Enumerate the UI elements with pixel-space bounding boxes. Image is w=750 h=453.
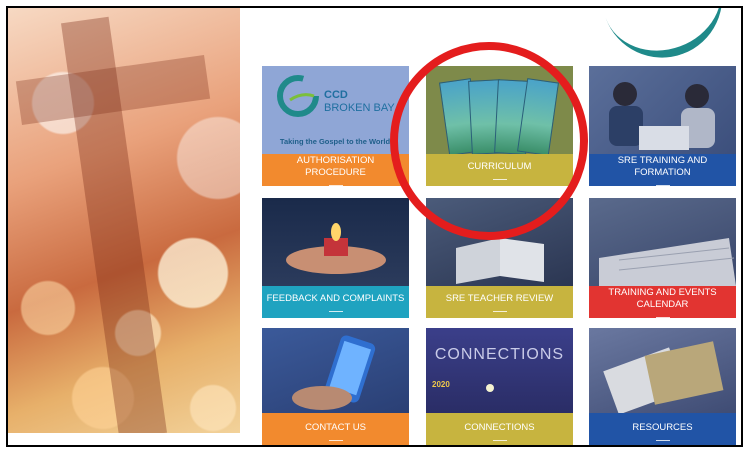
people-studying-photo: [609, 82, 715, 150]
year-badge: 2020: [432, 380, 450, 389]
logo-tagline: Taking the Gospel to the World: [280, 137, 391, 146]
phone-photo: [292, 335, 376, 410]
divider: [655, 184, 670, 186]
tile-connections[interactable]: CONNECTIONS 2020 CONNECTIONS: [426, 328, 573, 445]
tile-label-bar: SRE TRAINING AND FORMATION: [589, 154, 736, 186]
tile-image: [262, 198, 409, 286]
tile-label: TRAINING AND EVENTS CALENDAR: [608, 286, 717, 310]
tile-label: SRE TEACHER REVIEW: [445, 292, 554, 304]
divider: [328, 439, 343, 441]
tile-label-bar: AUTHORISATION PROCEDURE: [262, 154, 409, 186]
tile-training-events-calendar[interactable]: TRAINING AND EVENTS CALENDAR: [589, 198, 736, 318]
candle-hands-photo: [286, 223, 386, 274]
logo-text-broken-bay: BROKEN BAY: [324, 102, 395, 114]
tile-label: AUTHORISATION PROCEDURE: [296, 154, 375, 178]
divider: [655, 439, 670, 441]
logo-text-ccd: CCD: [324, 89, 348, 101]
tile-image: CONNECTIONS 2020: [426, 328, 573, 413]
divider: [492, 310, 507, 312]
divider: [655, 316, 670, 318]
divider: [328, 184, 343, 186]
tile-label-bar: RESOURCES: [589, 413, 736, 445]
tile-image: CCD BROKEN BAY Taking the Gospel to the …: [262, 66, 409, 154]
tile-sre-training[interactable]: SRE TRAINING AND FORMATION: [589, 66, 736, 186]
tile-contact-us[interactable]: CONTACT US: [262, 328, 409, 445]
tile-label: RESOURCES: [632, 421, 693, 433]
tile-label: CONTACT US: [305, 421, 366, 433]
tile-image: [262, 328, 409, 413]
divider: [328, 310, 343, 312]
divider: [492, 439, 507, 441]
calendar-photo: [599, 238, 736, 286]
tile-label: FEEDBACK AND COMPLAINTS: [266, 292, 405, 304]
tile-resources[interactable]: RESOURCES: [589, 328, 736, 445]
red-highlight-circle: [390, 42, 588, 240]
tile-label-bar: FEEDBACK AND COMPLAINTS: [262, 286, 409, 318]
tile-authorisation-procedure[interactable]: CCD BROKEN BAY Taking the Gospel to the …: [262, 66, 409, 186]
moon-icon: [486, 384, 494, 392]
hero-image: [8, 8, 240, 433]
tile-label-bar: CONTACT US: [262, 413, 409, 445]
tile-label-bar: TRAINING AND EVENTS CALENDAR: [589, 286, 736, 318]
page-frame: CCD BROKEN BAY Taking the Gospel to the …: [6, 6, 743, 447]
ccd-logo-icon: CCD BROKEN BAY Taking the Gospel to the …: [277, 75, 395, 146]
tile-feedback-complaints[interactable]: FEEDBACK AND COMPLAINTS: [262, 198, 409, 318]
tile-image: [589, 66, 736, 154]
tile-label: SRE TRAINING AND FORMATION: [617, 154, 708, 178]
tile-image: [589, 328, 736, 415]
tile-label-bar: CONNECTIONS: [426, 413, 573, 445]
magazines-photo: [603, 341, 724, 415]
logo-swoosh: [602, 8, 740, 75]
tile-image: [589, 198, 736, 286]
connections-title: CONNECTIONS: [434, 346, 565, 363]
tile-label: CONNECTIONS: [464, 421, 535, 433]
tile-label-bar: SRE TEACHER REVIEW: [426, 286, 573, 318]
